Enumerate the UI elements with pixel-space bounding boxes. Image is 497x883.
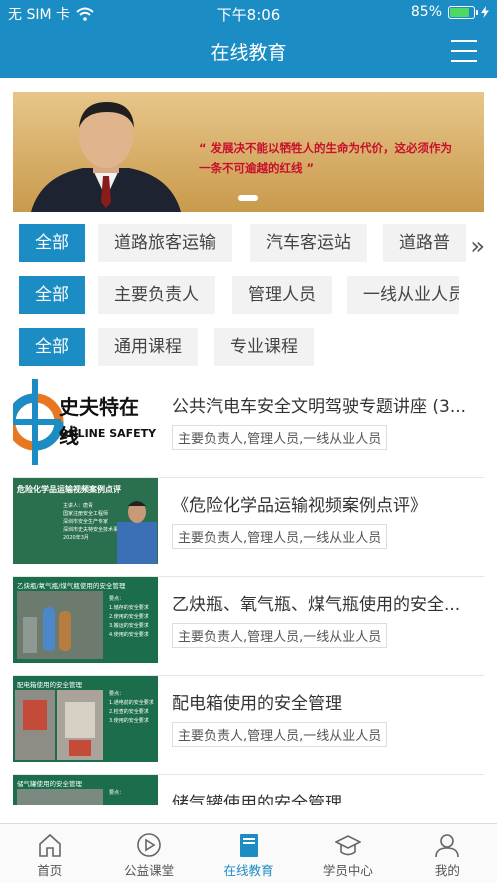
list-item[interactable]: 史夫特在线 ONLINE SAFETY 公共汽电车安全文明驾驶专题讲座 (3..… bbox=[13, 379, 484, 478]
user-icon bbox=[435, 834, 460, 858]
audience-tag: 主要负责人,管理人员,一线从业人员 bbox=[172, 425, 388, 450]
filter-principal[interactable]: 主要负责人 bbox=[98, 276, 215, 314]
audience-tag: 主要负责人,管理人员,一线从业人员 bbox=[172, 623, 388, 648]
audience-tag: 主要负责人,管理人员,一线从业人员 bbox=[172, 722, 388, 747]
course-thumbnail: 危险化学品运输视频案例点评 主讲人：唐青 国家注册安全工程师 深圳市安全生产专家… bbox=[13, 478, 158, 564]
status-bar: 无 SIM 卡 下午8:06 85% bbox=[0, 0, 497, 26]
list-item[interactable]: 储气罐使用的安全管理 要点： 储气罐使用的安全管理 bbox=[13, 775, 484, 805]
app-header: 无 SIM 卡 下午8:06 85% 在线教育 bbox=[0, 0, 497, 78]
tab-home[interactable]: 首页 bbox=[0, 824, 99, 883]
banner-carousel[interactable]: “ 发展决不能以牺牲人的生命为代价，这必须作为 一条不可逾越的红线 ” bbox=[13, 92, 484, 212]
filter-frontline[interactable]: 一线从业人员 bbox=[347, 276, 459, 314]
book-icon bbox=[239, 834, 258, 857]
carousel-indicator[interactable] bbox=[238, 195, 258, 201]
menu-icon[interactable] bbox=[451, 40, 477, 62]
course-thumbnail: 史夫特在线 ONLINE SAFETY bbox=[13, 379, 158, 465]
filter-bus-station[interactable]: 汽车客运站 bbox=[250, 224, 367, 262]
filter-road-general[interactable]: 道路普 bbox=[383, 224, 466, 262]
filter-all-role[interactable]: 全部 bbox=[19, 276, 85, 314]
filter-row-category: 全部 道路旅客运输 汽车客运站 道路普 bbox=[19, 224, 485, 262]
list-item[interactable]: 危险化学品运输视频案例点评 主讲人：唐青 国家注册安全工程师 深圳市安全生产专家… bbox=[13, 478, 484, 577]
course-thumbnail: 乙炔瓶/氧气瓶/煤气瓶使用的安全管理 要点： 1.储存的安全要求 2.使用的安全… bbox=[13, 577, 158, 663]
speaker-portrait-image bbox=[31, 102, 181, 212]
course-title: 公共汽电车安全文明驾驶专题讲座 (3... bbox=[172, 397, 467, 417]
filter-all-course-type[interactable]: 全部 bbox=[19, 328, 85, 366]
course-title: 储气罐使用的安全管理 bbox=[172, 794, 342, 805]
filter-manager[interactable]: 管理人员 bbox=[232, 276, 332, 314]
filter-all-category[interactable]: 全部 bbox=[19, 224, 85, 262]
page-title: 在线教育 bbox=[210, 42, 287, 64]
banner-quote: “ 发展决不能以牺牲人的生命为代价，这必须作为 一条不可逾越的红线 ” bbox=[199, 141, 453, 175]
graduation-cap-icon bbox=[334, 835, 361, 856]
filter-general-course[interactable]: 通用课程 bbox=[98, 328, 198, 366]
filter-row-course-type: 全部 通用课程 专业课程 bbox=[19, 328, 485, 366]
course-thumbnail: 储气罐使用的安全管理 要点： bbox=[13, 775, 158, 805]
list-item[interactable]: 配电箱使用的安全管理 要点： 1.通电前的安全要求 2.检查的安全要求 3.使用… bbox=[13, 676, 484, 775]
tab-student-center[interactable]: 学员中心 bbox=[298, 824, 397, 883]
filter-professional-course[interactable]: 专业课程 bbox=[214, 328, 314, 366]
charging-icon bbox=[481, 6, 489, 18]
chevron-double-right-icon[interactable]: » bbox=[470, 232, 485, 260]
course-title: 乙炔瓶、氧气瓶、煤气瓶使用的安全... bbox=[172, 595, 461, 615]
course-thumbnail: 配电箱使用的安全管理 要点： 1.通电前的安全要求 2.检查的安全要求 3.使用… bbox=[13, 676, 158, 762]
filter-row-role: 全部 主要负责人 管理人员 一线从业人员 bbox=[19, 276, 459, 314]
home-icon bbox=[38, 833, 61, 857]
battery-percent: 85% bbox=[410, 4, 442, 20]
list-item[interactable]: 乙炔瓶/氧气瓶/煤气瓶使用的安全管理 要点： 1.储存的安全要求 2.使用的安全… bbox=[13, 577, 484, 676]
tab-mine[interactable]: 我的 bbox=[398, 824, 497, 883]
bottom-tab-bar: 首页 公益课堂 在线教育 学员中心 我的 bbox=[0, 823, 497, 883]
course-title: 配电箱使用的安全管理 bbox=[172, 694, 342, 714]
tab-public-class[interactable]: 公益课堂 bbox=[99, 824, 198, 883]
battery-icon bbox=[448, 5, 478, 19]
audience-tag: 主要负责人,管理人员,一线从业人员 bbox=[172, 524, 388, 549]
filter-road-passenger[interactable]: 道路旅客运输 bbox=[98, 224, 232, 262]
play-icon bbox=[137, 833, 161, 857]
tab-online-education[interactable]: 在线教育 bbox=[199, 824, 298, 883]
course-title: 《危险化学品运输视频案例点评》 bbox=[172, 496, 427, 516]
